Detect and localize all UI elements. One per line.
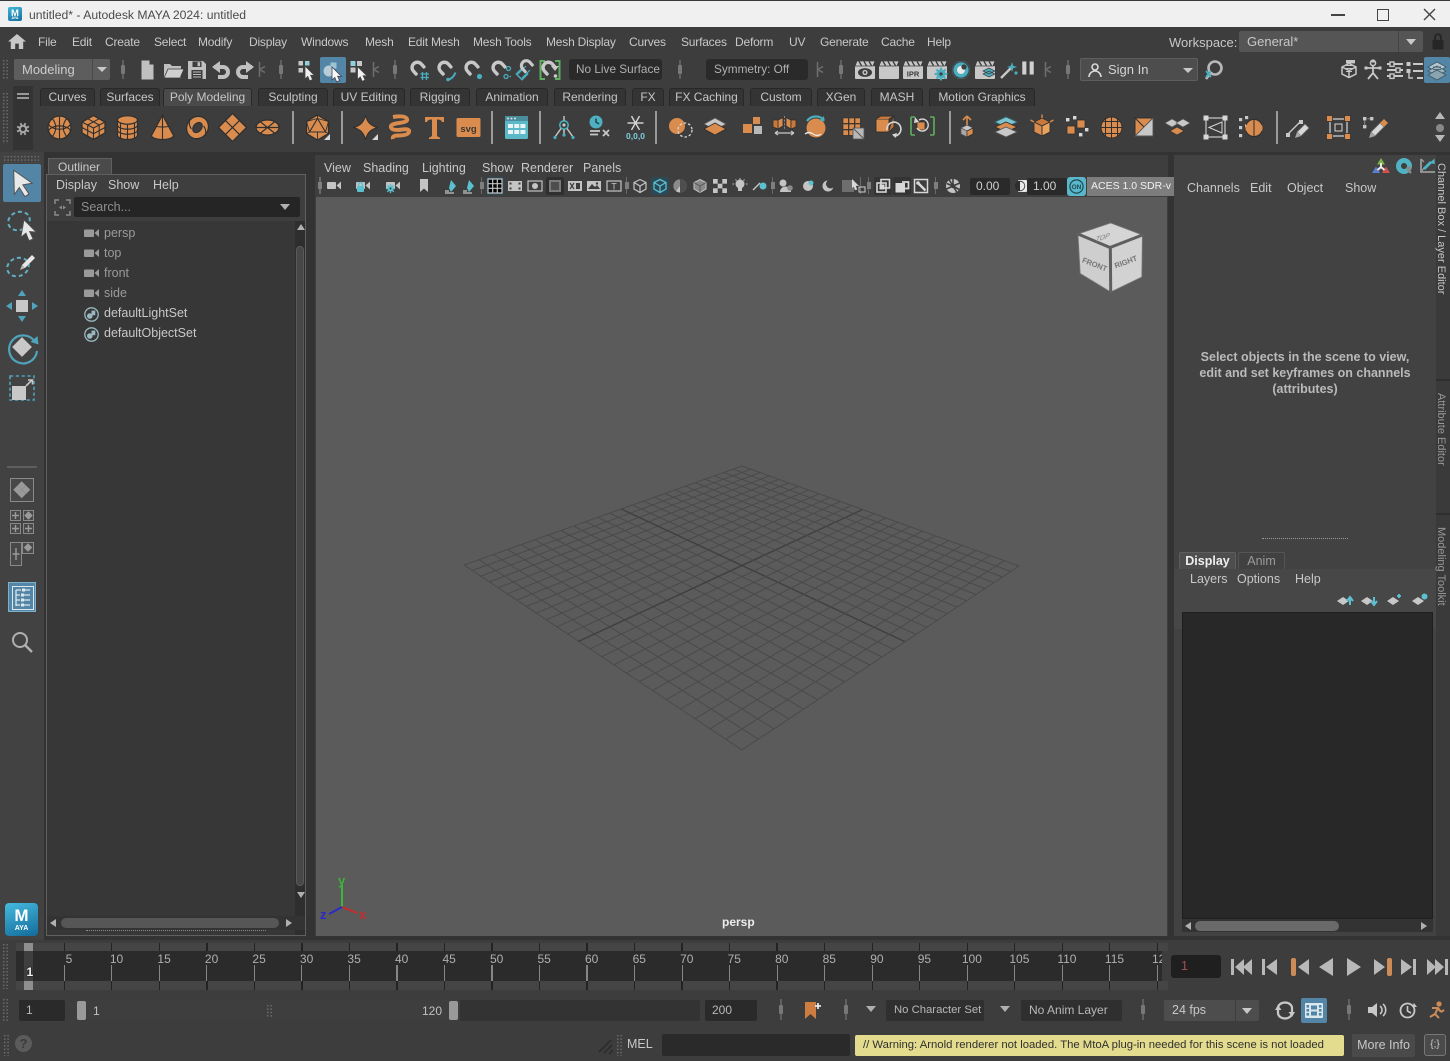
svg-text:IPR: IPR xyxy=(907,70,920,79)
svg-text:svg: svg xyxy=(460,124,477,135)
svg-text:0,0,0: 0,0,0 xyxy=(626,131,645,141)
svg-text:T: T xyxy=(611,182,617,192)
svg-text:y: y xyxy=(338,873,346,888)
svg-text:z: z xyxy=(320,907,327,922)
svg-text:ON: ON xyxy=(1072,184,1082,191)
svg-text:x: x xyxy=(359,907,367,922)
